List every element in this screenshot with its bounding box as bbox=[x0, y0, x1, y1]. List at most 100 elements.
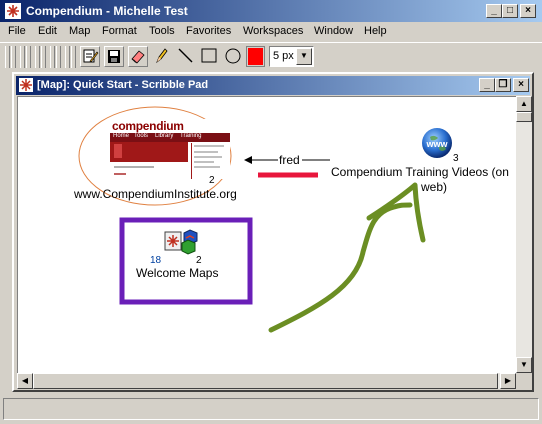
vertical-scroll-thumb[interactable] bbox=[516, 112, 532, 122]
menu-window[interactable]: Window bbox=[314, 25, 353, 37]
line-width-select[interactable]: 5 px ▼ bbox=[269, 46, 314, 67]
close-button[interactable]: × bbox=[520, 4, 536, 18]
toolbar-grip[interactable] bbox=[26, 46, 31, 68]
map-node-icon[interactable] bbox=[164, 229, 198, 257]
notepad-pencil-icon bbox=[83, 49, 99, 63]
app-title: Compendium - Michelle Test bbox=[26, 4, 188, 18]
thumbnail-divider bbox=[191, 143, 192, 179]
map-canvas[interactable]: compendium Home Tools Library Training 2… bbox=[17, 96, 517, 374]
app-title-bar: Compendium - Michelle Test _ □ × bbox=[0, 0, 542, 22]
toolbar-grip[interactable] bbox=[65, 46, 70, 68]
floppy-disk-icon bbox=[108, 50, 120, 63]
color-swatch-fill bbox=[248, 48, 263, 65]
thumbnail-text-line bbox=[194, 145, 224, 147]
toolbar-grip[interactable] bbox=[11, 46, 16, 68]
thumbnail-text-line bbox=[194, 161, 214, 163]
line-width-value: 5 px bbox=[273, 50, 294, 62]
thumbnail-text-line bbox=[194, 151, 218, 153]
toolbar-grip[interactable] bbox=[5, 46, 10, 68]
oval-tool-button[interactable] bbox=[224, 46, 244, 67]
toolbar-grip[interactable] bbox=[71, 46, 76, 68]
maximize-icon: □ bbox=[506, 5, 514, 16]
thumbnail-text-line bbox=[114, 166, 154, 168]
menu-file[interactable]: File bbox=[8, 25, 26, 37]
restore-icon: ❐ bbox=[498, 79, 508, 90]
thumbnail-text-line bbox=[194, 156, 222, 158]
videos-node-count: 3 bbox=[453, 153, 459, 164]
welcome-node-count-right: 2 bbox=[196, 255, 202, 266]
horizontal-scroll-thumb[interactable] bbox=[33, 373, 498, 389]
line-color-swatch[interactable] bbox=[246, 46, 265, 67]
welcome-node-label[interactable]: Welcome Maps bbox=[136, 266, 218, 280]
link-label[interactable]: fred bbox=[279, 153, 300, 167]
arrow-up-icon: ▲ bbox=[520, 99, 528, 108]
toolbar-grip[interactable] bbox=[41, 46, 46, 68]
minimize-icon: _ bbox=[491, 5, 497, 16]
toolbar-grip[interactable] bbox=[50, 46, 55, 68]
menu-workspaces[interactable]: Workspaces bbox=[243, 25, 303, 37]
status-bar bbox=[3, 398, 539, 420]
minimize-button[interactable]: _ bbox=[486, 4, 502, 18]
map-window: [Map]: Quick Start - Scribble Pad _ ❐ × … bbox=[12, 72, 534, 392]
map-minimize-button[interactable]: _ bbox=[479, 78, 495, 92]
scribble-arrow-head bbox=[366, 182, 426, 243]
scribble-toolbar: 5 px ▼ bbox=[0, 42, 542, 73]
arrow-left-icon: ◀ bbox=[21, 376, 29, 385]
menu-map[interactable]: Map bbox=[69, 25, 90, 37]
pencil-icon bbox=[156, 48, 168, 64]
rectangle-icon bbox=[201, 48, 217, 63]
map-window-icon bbox=[19, 78, 33, 92]
scroll-down-button[interactable]: ▼ bbox=[516, 357, 532, 373]
pencil-button[interactable] bbox=[152, 46, 172, 67]
thumbnail-nav-item: Home bbox=[113, 133, 130, 139]
thumbnail-text-line bbox=[114, 173, 126, 175]
toolbar-grip[interactable] bbox=[20, 46, 25, 68]
thumbnail-text-line bbox=[194, 166, 220, 168]
save-scribble-button[interactable] bbox=[104, 46, 124, 67]
scroll-up-button[interactable]: ▲ bbox=[516, 96, 532, 112]
menu-bar: File Edit Map Format Tools Favorites Wor… bbox=[0, 22, 542, 42]
dropdown-button[interactable]: ▼ bbox=[296, 48, 312, 65]
website-thumbnail[interactable]: compendium Home Tools Library Training bbox=[110, 119, 230, 179]
rectangle-tool-button[interactable] bbox=[200, 46, 220, 67]
close-icon: × bbox=[518, 79, 524, 90]
line-tool-button[interactable] bbox=[176, 46, 196, 67]
horizontal-scrollbar[interactable]: ◀ ▶ bbox=[17, 373, 516, 389]
toolbar-grip[interactable] bbox=[35, 46, 40, 68]
videos-node-label-line2[interactable]: web) bbox=[421, 180, 447, 194]
menu-format[interactable]: Format bbox=[102, 25, 137, 37]
vertical-scrollbar[interactable]: ▲ ▼ bbox=[516, 96, 532, 373]
scrollbar-corner bbox=[516, 373, 532, 389]
menu-edit[interactable]: Edit bbox=[38, 25, 57, 37]
thumbnail-nav-item: Tools bbox=[134, 133, 149, 139]
maximize-button[interactable]: □ bbox=[502, 4, 518, 18]
thumbnail-logo: compendium bbox=[112, 119, 184, 133]
thumbnail-nav-item: Library bbox=[155, 133, 174, 139]
compendium-app-icon bbox=[5, 3, 21, 19]
map-window-title-bar: [Map]: Quick Start - Scribble Pad _ ❐ × bbox=[16, 76, 530, 95]
chevron-down-icon: ▼ bbox=[300, 51, 308, 60]
toolbar-grip[interactable] bbox=[56, 46, 61, 68]
map-window-title: [Map]: Quick Start - Scribble Pad bbox=[37, 79, 209, 91]
line-icon bbox=[178, 48, 193, 63]
eraser-button[interactable] bbox=[128, 46, 148, 67]
map-restore-button[interactable]: ❐ bbox=[495, 78, 511, 92]
globe-icon-text: www bbox=[425, 139, 448, 149]
welcome-node-count-left: 18 bbox=[150, 255, 162, 266]
thumbnail-nav-item: Training bbox=[180, 133, 202, 139]
edit-scribble-button[interactable] bbox=[80, 46, 100, 67]
map-close-button[interactable]: × bbox=[513, 78, 529, 92]
globe-icon[interactable]: www bbox=[421, 127, 453, 159]
thumbnail-graphic bbox=[114, 144, 122, 158]
scroll-left-button[interactable]: ◀ bbox=[17, 373, 33, 389]
menu-tools[interactable]: Tools bbox=[149, 25, 175, 37]
website-node-label[interactable]: www.CompendiumInstitute.org bbox=[74, 187, 237, 201]
videos-node-label-line1[interactable]: Compendium Training Videos (on bbox=[331, 165, 509, 179]
menu-help[interactable]: Help bbox=[364, 25, 387, 37]
menu-favorites[interactable]: Favorites bbox=[186, 25, 231, 37]
close-icon: × bbox=[525, 5, 531, 16]
link-arrowhead bbox=[244, 156, 252, 164]
eraser-icon bbox=[131, 50, 145, 64]
scroll-right-button[interactable]: ▶ bbox=[500, 373, 516, 389]
arrow-down-icon: ▼ bbox=[520, 360, 528, 369]
